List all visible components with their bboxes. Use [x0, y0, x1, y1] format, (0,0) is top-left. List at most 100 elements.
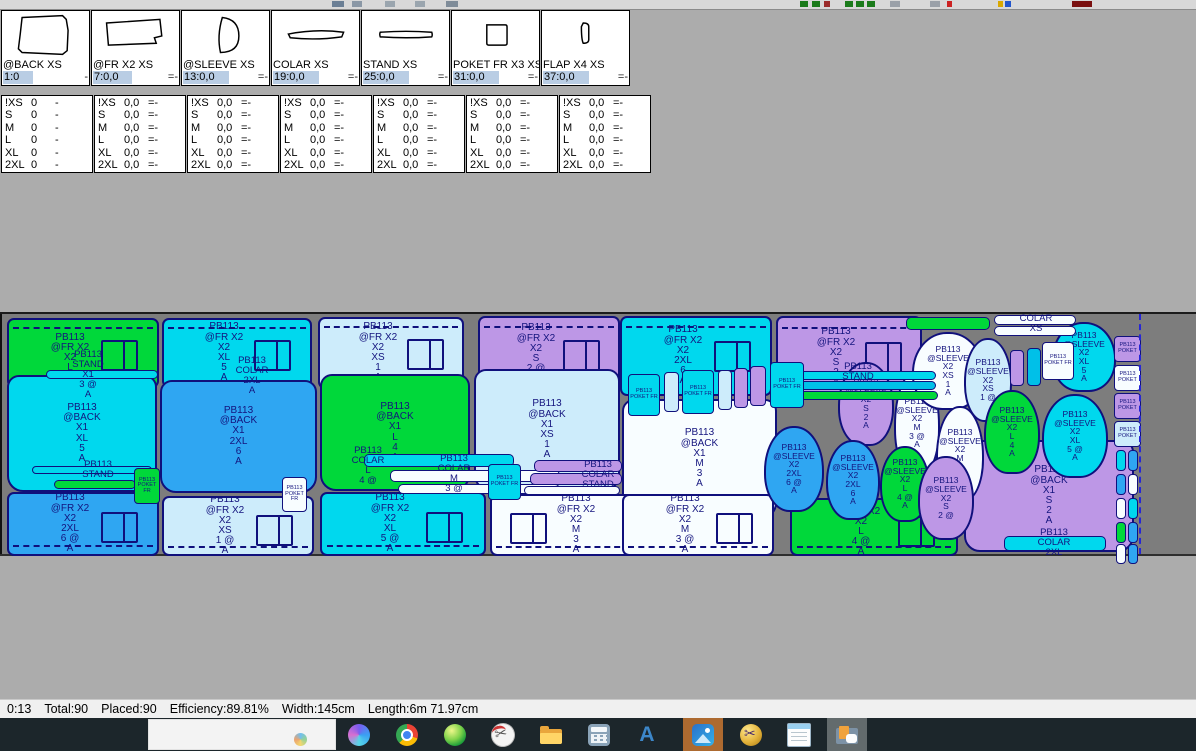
- piece-poket[interactable]: PB113 POKET: [1114, 336, 1141, 362]
- pattern-card-back[interactable]: @BACK XS1:0-: [1, 10, 90, 86]
- pattern-card-count[interactable]: 19:0,0: [273, 71, 319, 84]
- piece-sleeve[interactable]: PB113 @SLEEVE X2 XL 5 @ A: [1042, 394, 1108, 478]
- piece-poketfr[interactable]: PB113 POKET FR: [682, 370, 714, 414]
- piece-sleeve[interactable]: PB113 @SLEEVE X2 L 4 A: [984, 390, 1040, 474]
- taskbar-icon-photos[interactable]: [683, 718, 723, 751]
- pattern-card-fr[interactable]: @FR X2 XS7:0,0=-: [91, 10, 180, 86]
- size-qty: 0,0: [589, 122, 613, 134]
- size-table-row: 2XL0,0=-: [377, 159, 464, 171]
- piece-label: PB113 @BACK X1 2XL 6 A: [220, 406, 257, 467]
- piece-flap[interactable]: [1116, 522, 1126, 543]
- piece-strip[interactable]: [906, 317, 990, 330]
- size-mark: =-: [241, 122, 261, 134]
- piece-poket[interactable]: PB113 POKET: [1114, 421, 1141, 447]
- toolbar-icon-fragment: [824, 1, 830, 7]
- size-table-row: 2XL0,0=-: [98, 159, 185, 171]
- piece-flap[interactable]: [1128, 544, 1138, 564]
- piece-flap[interactable]: [1027, 348, 1041, 386]
- piece-strip[interactable]: [54, 480, 136, 489]
- taskbar-icon-green-orb[interactable]: [435, 718, 475, 751]
- piece-flap[interactable]: [1128, 522, 1138, 543]
- pattern-card-colar[interactable]: COLAR XS19:0,0=-: [271, 10, 360, 86]
- size-mark: =-: [613, 109, 633, 121]
- size-qty: 0,0: [310, 97, 334, 109]
- piece-sleeve[interactable]: PB113 @SLEEVE X2 S 2 @: [918, 456, 974, 540]
- piece-label: PB113 POKET FR: [491, 476, 518, 487]
- size-qty: 0,0: [310, 122, 334, 134]
- toolbar-icon-fragment: [930, 1, 940, 7]
- piece-strip[interactable]: [786, 391, 938, 400]
- taskbar-icon-letter-a[interactable]: A: [627, 718, 667, 751]
- pattern-card-count[interactable]: 13:0,0: [183, 71, 229, 84]
- pattern-card-count[interactable]: 1:0: [3, 71, 33, 84]
- size-table-row: L0,0=-: [377, 134, 464, 146]
- piece-sleeve[interactable]: PB113 @SLEEVE X2 2XL 6 @ A: [764, 426, 824, 512]
- piece-poket[interactable]: PB113 POKET: [1114, 365, 1141, 391]
- stand-outline-icon: [362, 11, 449, 59]
- marker-nesting-area[interactable]: PB113 @FR X2 X2 LPB113 @FR X2 X2 XL 5 AP…: [0, 312, 1196, 556]
- taskbar-icon-pattern-scissors[interactable]: [483, 718, 523, 751]
- taskbar-icon-chat-folder[interactable]: [827, 718, 867, 751]
- piece-poketfr[interactable]: PB113 POKET FR: [1042, 342, 1074, 380]
- toolbar-icon-fragment: [446, 1, 458, 7]
- piece-flap[interactable]: [1128, 450, 1138, 471]
- size-table-row: L0,0=-: [470, 134, 557, 146]
- piece-pocket[interactable]: [734, 368, 748, 408]
- piece-strip[interactable]: [788, 381, 936, 390]
- toolbar-icon-fragment: [1005, 1, 1011, 7]
- pattern-card-mark: =-: [348, 71, 358, 84]
- taskbar-icon-gold-scissors[interactable]: [731, 718, 771, 751]
- piece-pocket[interactable]: [664, 372, 679, 412]
- pattern-card-stand[interactable]: STAND XS25:0,0=-: [361, 10, 450, 86]
- piece-sleeve[interactable]: PB113 @SLEEVE X2 2XL 6 A: [826, 440, 880, 520]
- piece-flap[interactable]: [1116, 474, 1126, 495]
- pattern-card-count[interactable]: 31:0,0: [453, 71, 499, 84]
- piece-poketfr[interactable]: PB113 POKET FR: [770, 362, 804, 408]
- pattern-card-sleeve[interactable]: @SLEEVE XS13:0,0=-: [181, 10, 270, 86]
- piece-flap[interactable]: [1116, 544, 1126, 564]
- size-table-row: XL0,0=-: [470, 147, 557, 159]
- pattern-card-flap[interactable]: FLAP X4 XS37:0,0=-: [541, 10, 630, 86]
- marker-end-boundary-line: [1139, 314, 1141, 554]
- piece-flap[interactable]: [1128, 474, 1138, 495]
- piece-pocket[interactable]: [718, 370, 732, 410]
- size-label: !XS: [284, 97, 310, 109]
- piece-flap[interactable]: [1010, 350, 1024, 386]
- pattern-card-count[interactable]: 7:0,0: [93, 71, 132, 84]
- piece-flap[interactable]: [1116, 450, 1126, 471]
- size-mark: =-: [613, 134, 633, 146]
- piece-label: PB113 @SLEEVE X2 S 2 @: [925, 476, 967, 519]
- status-segment-3: Efficiency:89.81%: [170, 702, 269, 716]
- piece-flap[interactable]: [1128, 498, 1138, 519]
- piece-frx2[interactable]: PB113 @FR X2 X2 M 3 @ A: [622, 494, 774, 556]
- colar-outline-icon: [272, 11, 359, 59]
- piece-frx2[interactable]: PB113 @FR X2 X2 M 3 A: [490, 494, 636, 556]
- piece-label: PB113 @FR X2 X2 2XL 6 @ A: [51, 493, 116, 554]
- pattern-card-poket[interactable]: POKET FR X3 XS31:0,0=-: [451, 10, 540, 86]
- taskbar-icon-file-explorer[interactable]: [531, 718, 571, 751]
- back-outline-icon: [2, 11, 89, 59]
- taskbar-icon-calculator[interactable]: [579, 718, 619, 751]
- piece-poketfr[interactable]: PB113 POKET FR: [488, 464, 521, 500]
- piece-poketfr[interactable]: PB113 POKET FR: [282, 477, 307, 512]
- size-label: L: [191, 134, 217, 146]
- piece-flap[interactable]: [1116, 498, 1126, 519]
- piece-frx2[interactable]: PB113 @FR X2 X2 XL 5 @ A: [320, 492, 486, 556]
- pattern-card-count[interactable]: 37:0,0: [543, 71, 589, 84]
- piece-poket[interactable]: PB113 POKET: [1114, 393, 1141, 419]
- taskbar-icon-notepad[interactable]: [779, 718, 819, 751]
- size-mark: =-: [613, 159, 633, 171]
- size-label: !XS: [563, 97, 589, 109]
- size-qty: 0: [31, 122, 55, 134]
- size-qty: 0,0: [496, 147, 520, 159]
- piece-poketfr[interactable]: PB113 POKET FR: [134, 468, 160, 504]
- size-mark: =-: [520, 147, 540, 159]
- taskbar-icon-chrome[interactable]: [387, 718, 427, 751]
- toolbar-icon-fragment: [812, 1, 820, 7]
- taskbar-icon-copilot[interactable]: [339, 718, 379, 751]
- size-table: !XS0,0=-S0,0=-M0,0=-L0,0=-XL0,0=-2XL0,0=…: [94, 95, 186, 173]
- piece-pocket[interactable]: [750, 366, 766, 406]
- taskbar-search-input[interactable]: [148, 719, 336, 750]
- piece-poketfr[interactable]: PB113 POKET FR: [628, 374, 660, 416]
- pattern-card-count[interactable]: 25:0,0: [363, 71, 409, 84]
